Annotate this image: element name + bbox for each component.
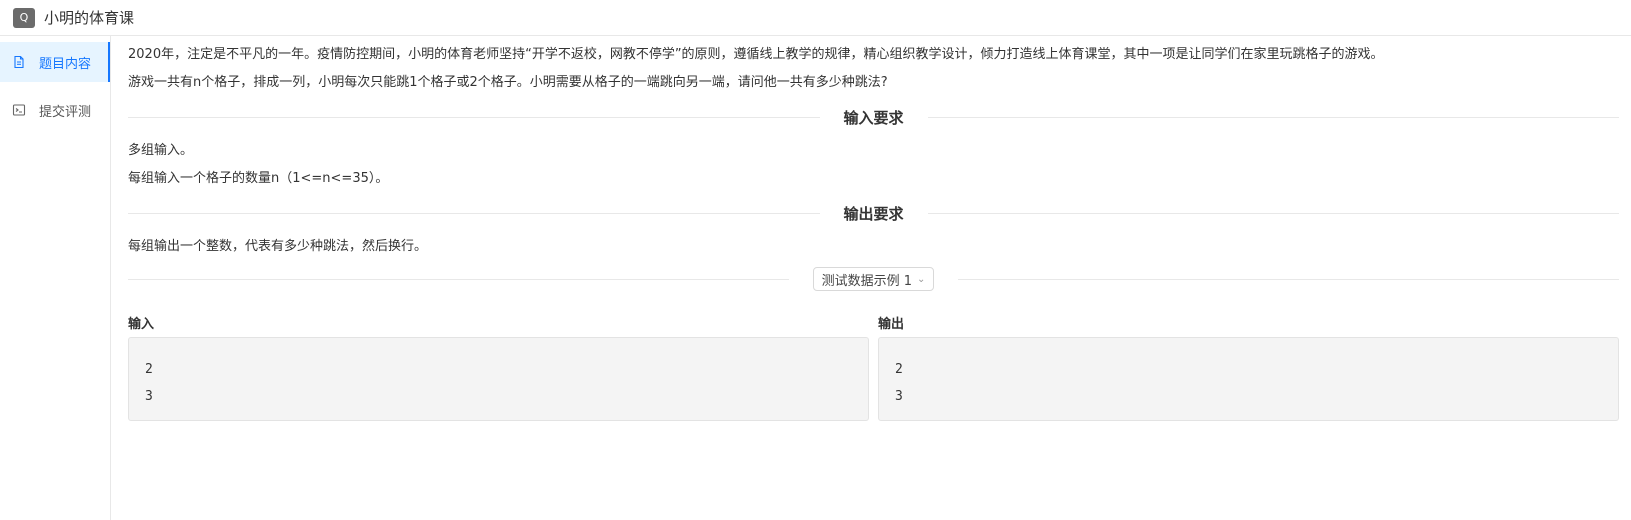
- layout: 题目内容 提交评测 2020年，注定是不平凡的一年。疫情防控期间，小明的体育老师…: [0, 36, 1631, 520]
- divider-line: [927, 212, 1620, 214]
- app-badge: Q: [13, 7, 35, 28]
- description-paragraph: 2020年，注定是不平凡的一年。疫情防控期间，小明的体育老师坚持“开学不返校，网…: [128, 47, 1384, 62]
- page-title: 小明的体育课: [44, 9, 135, 27]
- input-requirements-heading: 输入要求: [843, 108, 904, 127]
- output-text: 每组输出一个整数，代表有多少种跳法，然后换行。: [128, 239, 428, 254]
- sidebar-item-label: 题目内容: [39, 56, 92, 72]
- sample-io: 输入 2 3 输出 2 3: [128, 313, 1619, 421]
- divider-line: [958, 278, 1620, 280]
- sample-input-line: 3: [145, 389, 153, 404]
- sample-input-column: 输入 2 3: [128, 313, 869, 421]
- sample-output-line: 2: [895, 362, 903, 377]
- description-paragraph: 游戏一共有n个格子，排成一列，小明每次只能跳1个格子或2个格子。小明需要从格子的…: [128, 75, 888, 90]
- sample-output-label: 输出: [878, 317, 905, 332]
- sample-output-box[interactable]: 2 3: [878, 337, 1619, 421]
- sample-output-column: 输出 2 3: [878, 313, 1619, 421]
- sidebar: 题目内容 提交评测: [0, 36, 111, 520]
- document-icon: [12, 55, 26, 69]
- divider-line: [128, 212, 820, 214]
- input-requirements-divider: 输入要求: [128, 105, 1620, 129]
- output-requirements-divider: 输出要求: [128, 201, 1620, 225]
- terminal-icon: [12, 103, 26, 117]
- divider-line: [128, 116, 820, 118]
- output-requirements-heading: 输出要求: [843, 204, 904, 223]
- sample-input-box[interactable]: 2 3: [128, 337, 869, 421]
- chevron-down-icon: ⌄: [917, 273, 926, 285]
- sample-input-label: 输入: [128, 317, 155, 332]
- app-header: Q 小明的体育课: [0, 0, 1631, 36]
- divider-line: [927, 116, 1620, 118]
- sample-output-line: 3: [895, 389, 903, 404]
- input-text: 多组输入。: [128, 143, 194, 158]
- sample-input-line: 2: [145, 362, 153, 377]
- sample-select-label: 测试数据示例 1: [821, 273, 913, 289]
- sidebar-item-label: 提交评测: [39, 104, 92, 120]
- input-text: 每组输入一个格子的数量n（1<=n<=35）。: [128, 171, 389, 186]
- sidebar-item-submit[interactable]: 提交评测: [0, 90, 110, 130]
- divider-line: [128, 278, 789, 280]
- sample-divider: 测试数据示例 1 ⌄: [128, 267, 1620, 291]
- problem-content: 2020年，注定是不平凡的一年。疫情防控期间，小明的体育老师坚持“开学不返校，网…: [111, 36, 1631, 520]
- sidebar-item-problem-content[interactable]: 题目内容: [0, 42, 110, 82]
- sample-select-dropdown[interactable]: 测试数据示例 1 ⌄: [812, 267, 935, 291]
